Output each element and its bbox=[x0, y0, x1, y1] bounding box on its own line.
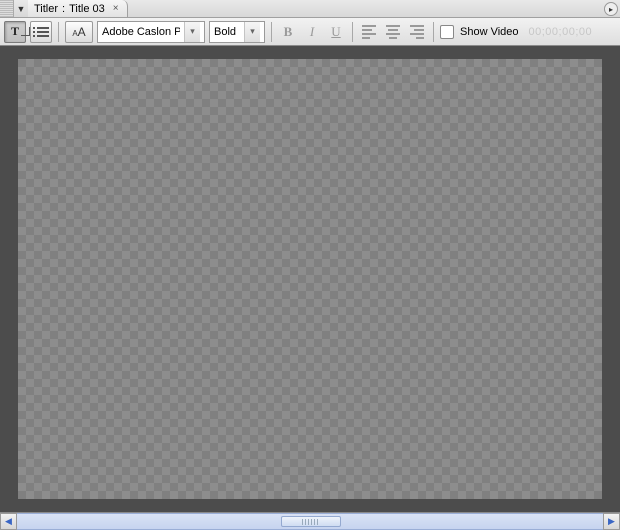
font-size-tool-button[interactable]: AA bbox=[65, 21, 93, 43]
underline-button[interactable]: U bbox=[326, 22, 346, 42]
tab-document-name: Title 03 bbox=[69, 3, 105, 15]
scroll-track[interactable] bbox=[17, 513, 603, 530]
scroll-left-button[interactable]: ◀ bbox=[0, 513, 17, 530]
separator bbox=[433, 22, 434, 42]
panel-grip[interactable] bbox=[0, 0, 14, 17]
title-canvas[interactable] bbox=[18, 59, 602, 499]
font-size-icon: AA bbox=[72, 25, 85, 39]
horizontal-scrollbar: ◀ ▶ bbox=[0, 513, 620, 530]
scroll-right-button[interactable]: ▶ bbox=[603, 513, 620, 530]
type-tool-icon bbox=[11, 24, 19, 39]
scroll-thumb[interactable] bbox=[281, 516, 341, 527]
font-weight-select[interactable]: Bold ▾ bbox=[209, 21, 265, 43]
tab-panel-label: Titler bbox=[34, 3, 58, 15]
chevron-down-icon: ▾ bbox=[184, 22, 200, 42]
italic-button[interactable]: I bbox=[302, 22, 322, 42]
timecode-display: 00;00;00;00 bbox=[529, 26, 593, 38]
list-icon bbox=[34, 27, 49, 37]
align-right-button[interactable] bbox=[407, 22, 427, 42]
toolbar: AA Adobe Caslon Pro ▾ Bold ▾ B I U Show … bbox=[0, 18, 620, 46]
close-tab-icon[interactable]: × bbox=[113, 3, 119, 14]
type-tool-button[interactable] bbox=[4, 21, 26, 43]
separator bbox=[271, 22, 272, 42]
panel-menu-icon[interactable]: ▸ bbox=[604, 2, 618, 16]
titler-panel: ▼ Titler: Title 03 × ▸ AA Adobe Caslon P… bbox=[0, 0, 620, 530]
separator bbox=[58, 22, 59, 42]
canvas-area bbox=[0, 46, 620, 513]
bold-button[interactable]: B bbox=[278, 22, 298, 42]
disclosure-triangle-icon[interactable]: ▼ bbox=[14, 0, 28, 17]
font-weight-value: Bold bbox=[214, 26, 240, 38]
align-center-button[interactable] bbox=[383, 22, 403, 42]
tab-title[interactable]: Titler: Title 03 × bbox=[28, 0, 128, 17]
show-video-label: Show Video bbox=[460, 26, 519, 38]
chevron-down-icon: ▾ bbox=[244, 22, 260, 42]
font-family-select[interactable]: Adobe Caslon Pro ▾ bbox=[97, 21, 205, 43]
separator bbox=[352, 22, 353, 42]
font-family-value: Adobe Caslon Pro bbox=[102, 26, 180, 38]
show-video-checkbox[interactable] bbox=[440, 25, 454, 39]
list-tool-button[interactable] bbox=[30, 21, 52, 43]
tab-bar: ▼ Titler: Title 03 × ▸ bbox=[0, 0, 620, 18]
align-left-button[interactable] bbox=[359, 22, 379, 42]
